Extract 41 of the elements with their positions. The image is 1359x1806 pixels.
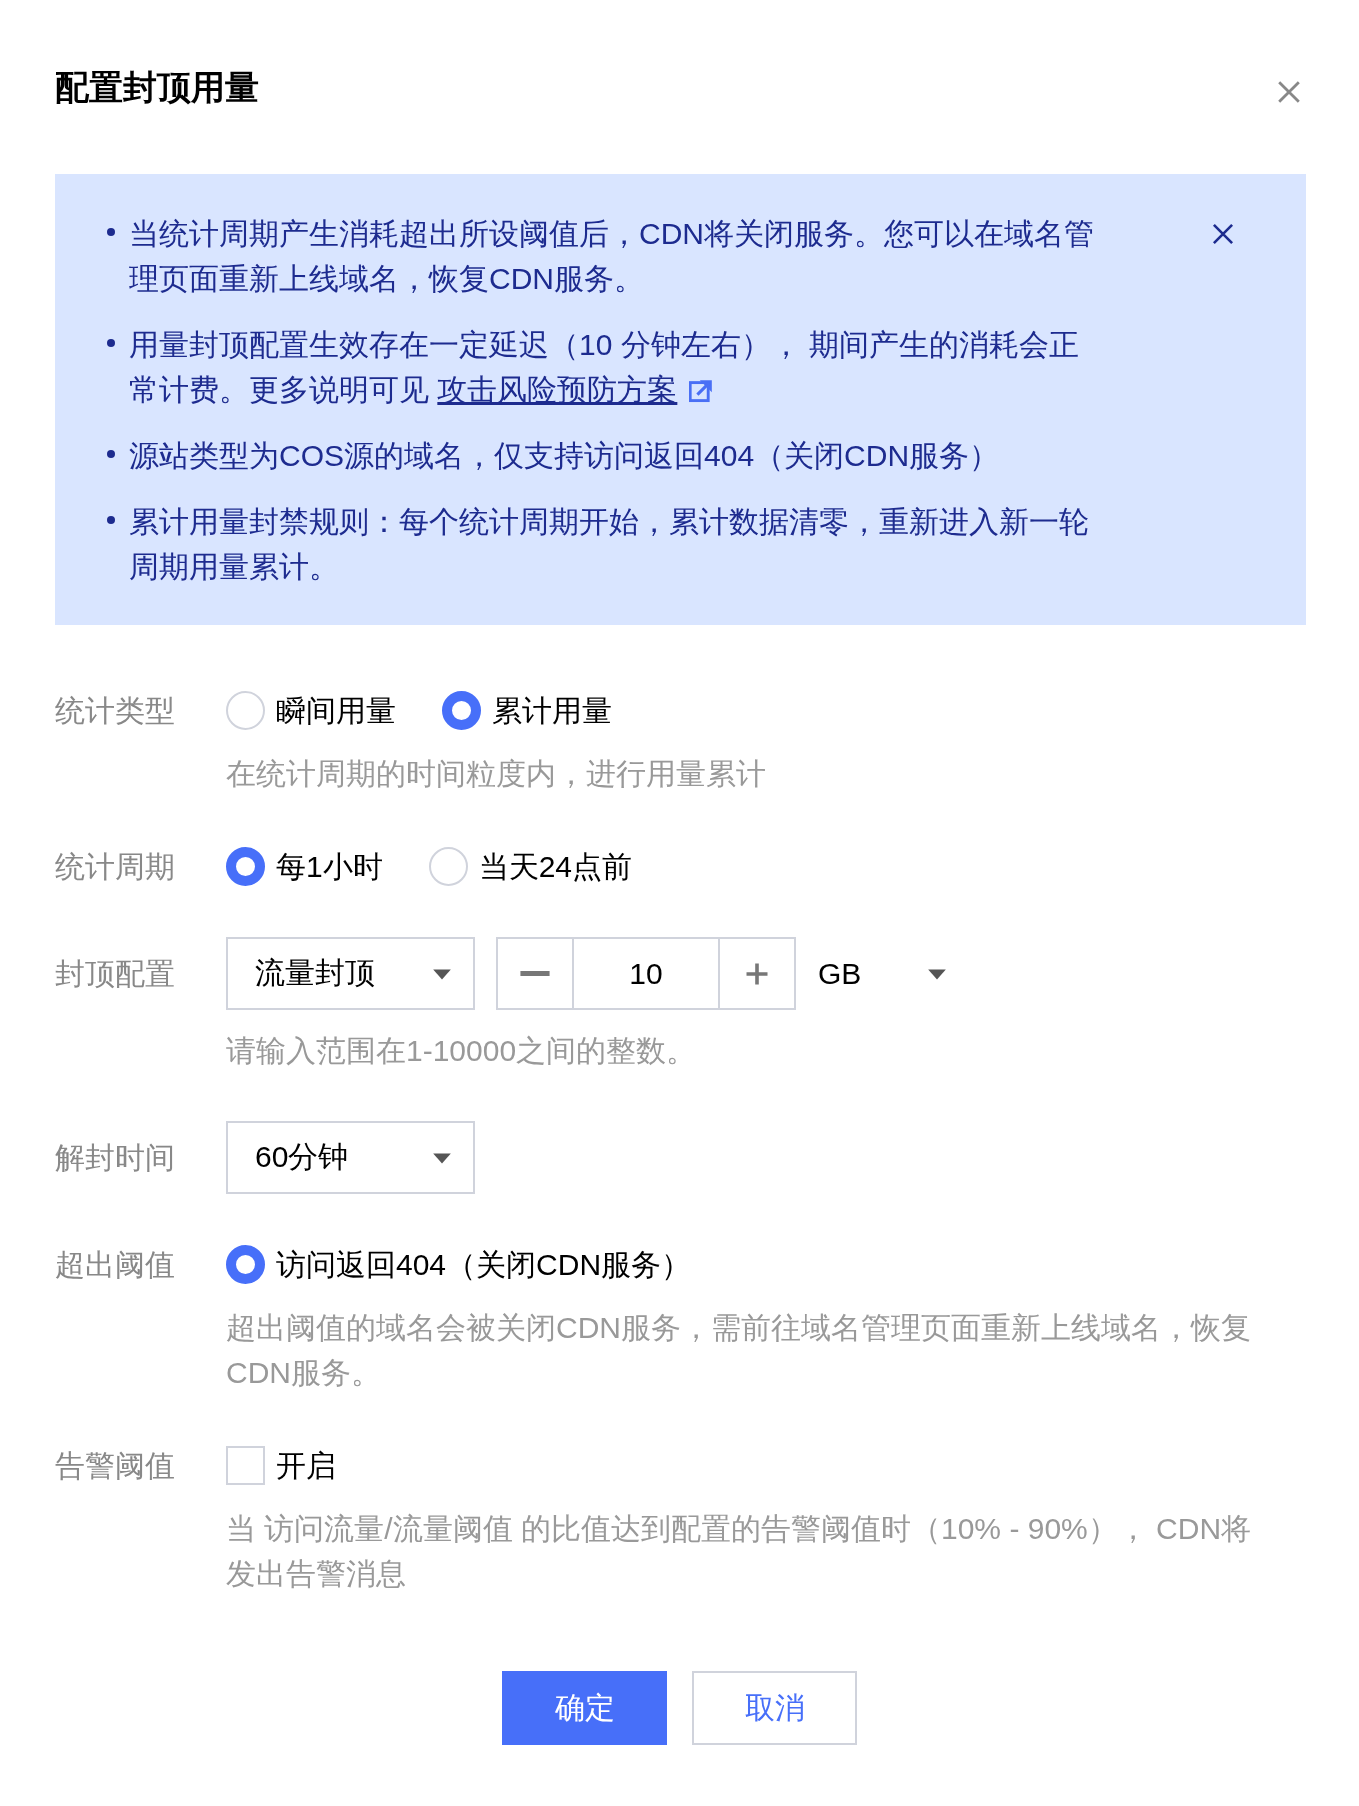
field-label: 解封时间: [55, 1140, 176, 1176]
hint-text: 超出阈值的域名会被关闭CDN服务，需前往域名管理页面重新上线域名，恢复CDN服务。: [226, 1310, 1252, 1391]
cancel-button[interactable]: 取消: [692, 1671, 857, 1745]
bullet-icon: [107, 228, 115, 236]
checkbox[interactable]: [226, 1446, 265, 1485]
plus-button[interactable]: [720, 937, 796, 1010]
unit-dropdown[interactable]: GB: [818, 956, 948, 991]
number-field[interactable]: 10: [572, 937, 720, 1010]
radio-label[interactable]: 每1小时: [276, 844, 383, 889]
radio-label[interactable]: 累计用量: [492, 688, 612, 733]
field-label: 告警阈值: [55, 1448, 176, 1484]
radio-label[interactable]: 当天24点前: [478, 844, 633, 889]
radio-button[interactable]: [226, 847, 265, 886]
dropdown[interactable]: 流量封顶: [226, 937, 475, 1010]
hint-text: 当 访问流量/流量阈值 的比值达到配置的告警阈值时（10% - 90%）， CDN将发出告警消息: [226, 1511, 1253, 1592]
hint-text: 在统计周期的时间粒度内，进行用量累计: [226, 756, 767, 792]
radio-label[interactable]: 访问返回404（关闭CDN服务）: [276, 1242, 692, 1287]
close-icon[interactable]: [1210, 221, 1236, 247]
field-label: 统计类型: [55, 693, 176, 729]
field-label: 超出阈值: [55, 1247, 176, 1283]
field-label: 统计周期: [55, 849, 176, 885]
dropdown[interactable]: 60分钟: [226, 1121, 475, 1194]
field-label: 封顶配置: [55, 956, 176, 992]
notice-text: 累计用量封禁规则：每个统计周期开始，累计数据清零，重新进入新一轮周期用量累计。: [129, 504, 1090, 585]
confirm-button[interactable]: 确定: [502, 1671, 667, 1745]
notice-text: 当统计周期产生消耗超出所设阈值后，CDN将关闭服务。您可以在域名管理页面重新上线域名，恢复CDN服务。: [129, 216, 1095, 297]
notice-text: 源站类型为COS源的域名，仅支持访问返回404（关闭CDN服务）: [129, 438, 1001, 474]
dialog-title: 配置封顶用量: [55, 67, 259, 108]
bullet-icon: [107, 516, 115, 524]
minus-icon: [520, 971, 550, 976]
radio-label[interactable]: 瞬间用量: [276, 688, 396, 733]
bullet-icon: [107, 339, 115, 347]
bullet-icon: [107, 450, 115, 458]
minus-button[interactable]: [496, 937, 572, 1010]
help-link[interactable]: 攻击风险预防方案: [437, 373, 678, 406]
notice-text: 用量封顶配置生效存在一定延迟（10 分钟左右）， 期间产生的消耗会正常计费。更多说明可见 攻击风险预防方案: [129, 327, 1081, 408]
external-link-icon[interactable]: [689, 379, 714, 403]
checkbox-label[interactable]: 开启: [276, 1443, 336, 1488]
radio-button[interactable]: [226, 1245, 265, 1284]
radio-button[interactable]: [442, 691, 481, 730]
hint-text: 请输入范围在1-10000之间的整数。: [226, 1033, 698, 1069]
